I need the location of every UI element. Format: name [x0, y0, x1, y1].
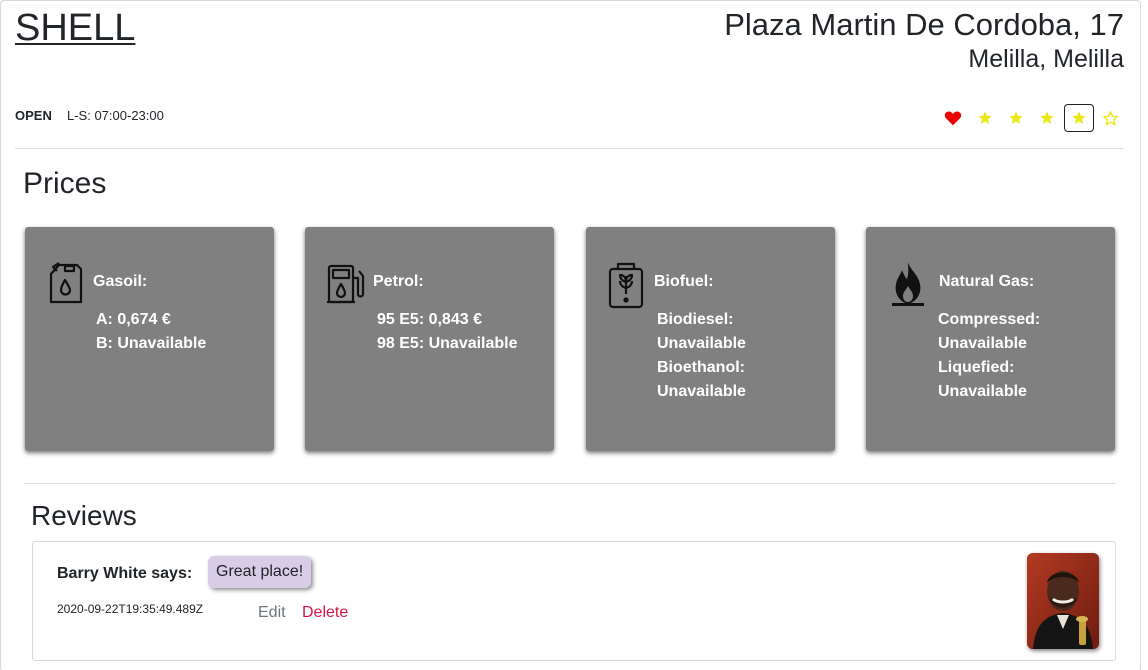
prices-divider [24, 483, 1116, 484]
price-line: A: 0,674 € [96, 311, 171, 328]
price-line: Unavailable [938, 335, 1027, 352]
star-1-icon[interactable] [970, 104, 1000, 132]
price-line: Unavailable [657, 335, 746, 352]
opening-hours: L-S: 07:00-23:00 [67, 108, 164, 123]
review-date: 2020-09-22T19:35:49.489Z [57, 602, 204, 616]
star-4-icon[interactable] [1064, 104, 1094, 132]
card-title: Gasoil: [93, 273, 148, 290]
price-line: Biodiesel: [657, 311, 734, 328]
price-line: B: Unavailable [96, 335, 207, 352]
review-author: Barry White says: [57, 565, 193, 582]
star-3-icon[interactable] [1032, 104, 1062, 132]
price-card-biofuel: Biofuel: Biodiesel: Unavailable Bioethan… [586, 227, 835, 451]
price-card-natural-gas: Natural Gas: Compressed: Unavailable Liq… [866, 227, 1115, 451]
price-line: Liquefied: [938, 359, 1015, 376]
price-line: Unavailable [657, 383, 746, 400]
review-item: Barry White says: Great place! 2020-09-2… [32, 541, 1116, 661]
price-line: Unavailable [938, 383, 1027, 400]
jerrycan-icon [45, 260, 85, 308]
rating-bar [938, 104, 1128, 134]
star-2-icon[interactable] [1001, 104, 1031, 132]
favorite-heart-icon[interactable] [938, 104, 968, 132]
price-line: 98 E5: Unavailable [377, 335, 518, 352]
edit-review-link[interactable]: Edit [258, 604, 286, 622]
review-text-bubble: Great place! [208, 556, 312, 588]
card-title: Natural Gas: [939, 273, 1035, 290]
header-divider [15, 148, 1124, 149]
delete-review-link[interactable]: Delete [302, 604, 348, 622]
price-line: 95 E5: 0,843 € [377, 311, 482, 328]
price-lines: 95 E5: 0,843 € 98 E5: Unavailable [377, 308, 518, 356]
station-brand-link[interactable]: SHELL [15, 6, 135, 50]
reviews-title: Reviews [31, 500, 137, 531]
biofuel-can-icon [606, 260, 646, 309]
star-5-empty-icon[interactable] [1095, 104, 1125, 132]
price-line: Bioethanol: [657, 359, 745, 376]
card-title: Petrol: [373, 273, 424, 290]
price-line: Compressed: [938, 311, 1041, 328]
price-lines: A: 0,674 € B: Unavailable [96, 308, 206, 356]
prices-title: Prices [23, 167, 107, 200]
price-lines: Compressed: Unavailable Liquefied: Unava… [938, 308, 1040, 404]
fuel-pump-icon [325, 260, 365, 308]
card-title: Biofuel: [654, 273, 714, 290]
flame-icon [890, 260, 930, 308]
price-lines: Biodiesel: Unavailable Bioethanol: Unava… [657, 308, 746, 404]
status-badge: OPEN [15, 108, 52, 123]
price-card-gasoil: Gasoil: A: 0,674 € B: Unavailable [25, 227, 274, 451]
station-address-street: Plaza Martin De Cordoba, 17 [724, 7, 1124, 42]
avatar [1027, 553, 1099, 649]
price-card-petrol: Petrol: 95 E5: 0,843 € 98 E5: Unavailabl… [305, 227, 554, 451]
station-address-city: Melilla, Melilla [968, 45, 1124, 73]
